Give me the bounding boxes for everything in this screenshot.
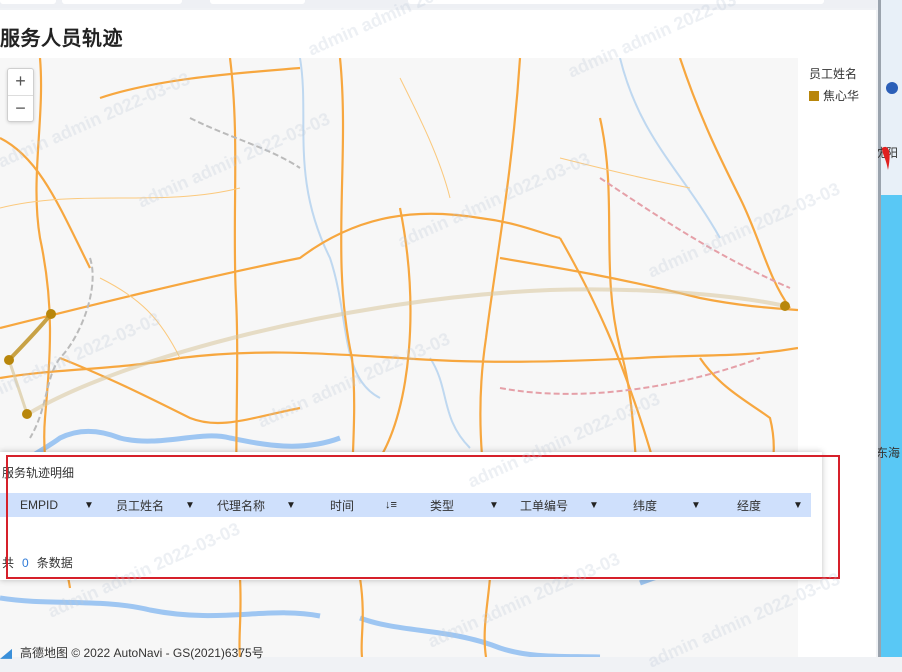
legend: 员工姓名 焦心华 [809, 65, 859, 104]
track-point[interactable] [780, 301, 790, 311]
top-tab-strip [0, 0, 878, 8]
legend-swatch [809, 90, 819, 101]
sort-icon[interactable]: ↓≡ [385, 499, 397, 511]
dropdown-icon[interactable]: ▼ [286, 500, 296, 511]
column-header-longitude[interactable]: 经度 ▼ [707, 493, 811, 517]
dropdown-icon[interactable]: ▼ [691, 500, 701, 511]
dropdown-icon[interactable]: ▼ [793, 500, 803, 511]
dropdown-icon[interactable]: ▼ [589, 500, 599, 511]
dropdown-icon[interactable]: ▼ [185, 500, 195, 511]
page-title: 服务人员轨迹 [0, 28, 123, 50]
top-tab[interactable] [408, 0, 824, 4]
top-tab[interactable] [62, 0, 182, 4]
dropdown-icon[interactable]: ▼ [489, 500, 499, 511]
sea-label: 东海 [878, 446, 901, 460]
table-footer: 共 0 条数据 [2, 556, 73, 570]
column-header-time[interactable]: 时间 ↓≡ [303, 493, 403, 517]
amap-logo-icon [0, 648, 12, 659]
track-point[interactable] [22, 409, 32, 419]
legend-title: 员工姓名 [809, 67, 858, 81]
map-pin-icon [882, 82, 898, 170]
track-point[interactable] [4, 355, 14, 365]
panel-title: 服务轨迹明细 [2, 466, 75, 480]
track-point[interactable] [46, 309, 56, 319]
column-header-type[interactable]: 类型 ▼ [403, 493, 503, 517]
column-header-name[interactable]: 员工姓名 ▼ [100, 493, 200, 517]
table-header: EMPID ▼ 员工姓名 ▼ 代理名称 ▼ 时间 ↓≡ 类型 ▼ 工单编号 ▼ … [0, 493, 811, 517]
side-map-preview: 沈阳 东海 [878, 0, 902, 657]
record-count: 0 [22, 556, 29, 570]
zoom-in-button[interactable]: + [8, 69, 33, 95]
top-tab[interactable] [0, 0, 56, 4]
column-header-order-no[interactable]: 工单编号 ▼ [503, 493, 605, 517]
filter-icon[interactable]: ▼ [84, 500, 94, 511]
column-header-agent[interactable]: 代理名称 ▼ [200, 493, 303, 517]
zoom-control: + − [7, 68, 34, 122]
top-tab[interactable] [210, 0, 305, 4]
detail-panel: 服务轨迹明细 EMPID ▼ 员工姓名 ▼ 代理名称 ▼ 时间 ↓≡ 类型 ▼ … [0, 452, 822, 580]
legend-item[interactable]: 焦心华 [809, 87, 859, 104]
map-attribution: 高德地图 © 2022 AutoNavi - GS(2021)6375号 [0, 644, 264, 661]
legend-label: 焦心华 [823, 89, 860, 103]
zoom-out-button[interactable]: − [8, 95, 33, 122]
column-header-empid[interactable]: EMPID ▼ [0, 493, 100, 517]
column-header-latitude[interactable]: 纬度 ▼ [605, 493, 707, 517]
